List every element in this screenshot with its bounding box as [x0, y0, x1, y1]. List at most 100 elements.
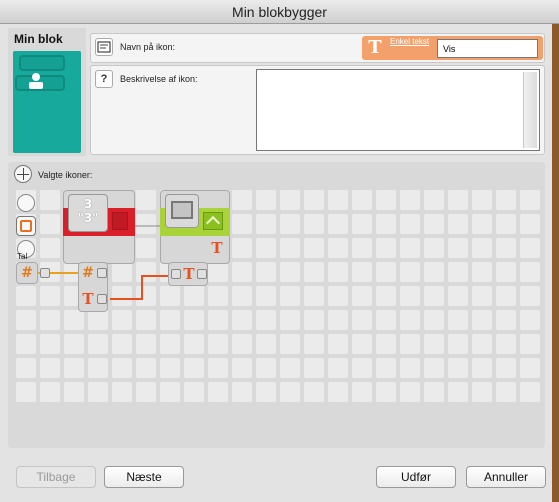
grid-cell [160, 358, 180, 378]
grid-cell [304, 214, 324, 234]
grid-cell [112, 310, 132, 330]
selected-icons-label: Valgte ikoner: [38, 170, 93, 180]
grid-cell [280, 238, 300, 258]
grid-cell [472, 358, 492, 378]
loop-input-icon[interactable] [16, 216, 36, 236]
grid-cell [280, 310, 300, 330]
grid-cell [88, 310, 108, 330]
grid-cell [280, 190, 300, 210]
grid-cell [232, 286, 252, 306]
crosshair-icon[interactable] [14, 165, 32, 183]
grid-cell [424, 286, 444, 306]
grid-cell [112, 382, 132, 402]
input-slot-top[interactable] [17, 194, 35, 212]
grid-cell [208, 334, 228, 354]
grid-cell [184, 358, 204, 378]
grid-cell [16, 334, 36, 354]
grid-cell [424, 382, 444, 402]
grid-cell [328, 214, 348, 234]
grid-cell [400, 310, 420, 330]
grid-cell [400, 382, 420, 402]
grid-cell [112, 334, 132, 354]
loop-text-plug[interactable] [97, 294, 107, 304]
grid-cell [424, 238, 444, 258]
finish-button[interactable]: Udfør [376, 466, 456, 488]
grid-cell [232, 358, 252, 378]
grid-cell [184, 382, 204, 402]
loop-data-hub[interactable]: # T [78, 262, 108, 312]
grid-cell [160, 382, 180, 402]
number-input-label: Tal [17, 252, 28, 261]
grid-cell [40, 286, 60, 306]
grid-cell [112, 262, 132, 282]
description-label: Beskrivelse af ikon: [120, 74, 198, 84]
next-button[interactable]: Næste [104, 466, 184, 488]
grid-cell [472, 262, 492, 282]
grid-cell [352, 382, 372, 402]
grid-cell [40, 334, 60, 354]
description-textarea[interactable] [256, 69, 540, 151]
grid-cell [304, 190, 324, 210]
counter-top-value: 3 [83, 197, 93, 211]
grid-cell [232, 214, 252, 234]
display-hub-text-icon: T [183, 265, 195, 283]
grid-cell [448, 358, 468, 378]
grid-cell [40, 238, 60, 258]
grid-cell [352, 190, 372, 210]
grid-cell [208, 262, 228, 282]
grid-cell [472, 214, 492, 234]
grid-cell [472, 238, 492, 258]
grid-cell [40, 382, 60, 402]
grid-cell [40, 358, 60, 378]
grid-cell [328, 262, 348, 282]
grid-cell [280, 382, 300, 402]
grid-cell [304, 382, 324, 402]
grid-cell [376, 358, 396, 378]
loop-red-detail [112, 212, 128, 230]
display-data-hub[interactable]: T [168, 262, 208, 286]
icon-name-input[interactable]: Vis [437, 39, 538, 58]
display-in-plug[interactable] [171, 269, 181, 279]
description-scrollbar[interactable] [523, 72, 537, 148]
grid-cell [88, 334, 108, 354]
grid-cell [184, 286, 204, 306]
grid-cell [424, 358, 444, 378]
help-question-icon: ? [95, 70, 113, 88]
grid-cell [424, 262, 444, 282]
cancel-button[interactable]: Annuller [466, 466, 546, 488]
grid-cell [496, 310, 516, 330]
grid-cell [256, 238, 276, 258]
grid-cell [496, 286, 516, 306]
display-out-plug[interactable] [197, 269, 207, 279]
grid-cell [448, 382, 468, 402]
grid-cell [448, 334, 468, 354]
grid-cell [136, 286, 156, 306]
grid-cell [64, 358, 84, 378]
grid-cell [352, 334, 372, 354]
hash-icon: # [21, 265, 33, 281]
number-input-block[interactable]: # [16, 262, 38, 284]
grid-cell [16, 310, 36, 330]
grid-cell [472, 310, 492, 330]
grid-cell [376, 334, 396, 354]
grid-cell [424, 334, 444, 354]
grid-cell [232, 238, 252, 258]
grid-cell [232, 334, 252, 354]
grid-cell [208, 382, 228, 402]
grid-cell [256, 262, 276, 282]
simple-text-link[interactable]: Enkel tekst [390, 37, 430, 47]
back-button[interactable]: Tilbage [16, 466, 96, 488]
grid-cell [520, 310, 540, 330]
number-output-plug[interactable] [40, 268, 50, 278]
grid-cell [304, 358, 324, 378]
loop-hash-plug[interactable] [97, 268, 107, 278]
user-block-icon [29, 73, 43, 89]
grid-cell [280, 358, 300, 378]
grid-cell [232, 382, 252, 402]
my-block-preview[interactable] [13, 51, 81, 153]
grid-cell [352, 286, 372, 306]
grid-cell [472, 334, 492, 354]
grid-cell [136, 382, 156, 402]
grid-cell [448, 190, 468, 210]
grid-cell [208, 310, 228, 330]
